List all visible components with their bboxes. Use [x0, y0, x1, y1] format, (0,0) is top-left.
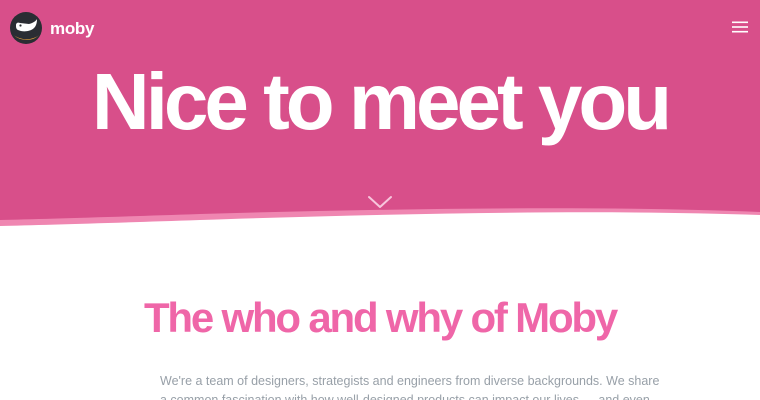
hero-title: Nice to meet you	[91, 57, 672, 146]
about-section-title: The who and why of Moby	[143, 294, 618, 341]
menu-button[interactable]	[731, 19, 749, 35]
about-intro-paragraph: We're a team of designers, strategists a…	[160, 372, 660, 400]
intro-line: a common fascination with how well-desig…	[160, 393, 650, 400]
logo-link[interactable]: moby	[9, 10, 94, 46]
chevron-down-icon	[368, 196, 392, 208]
intro-line: We're a team of designers, strategists a…	[160, 374, 660, 388]
hero-section: moby Nice to meet you	[0, 0, 760, 226]
logo-wordmark: moby	[50, 18, 95, 38]
hamburger-menu-icon	[732, 21, 748, 33]
moby-whale-logo-icon	[10, 12, 42, 44]
scroll-down-button[interactable]	[367, 194, 393, 210]
